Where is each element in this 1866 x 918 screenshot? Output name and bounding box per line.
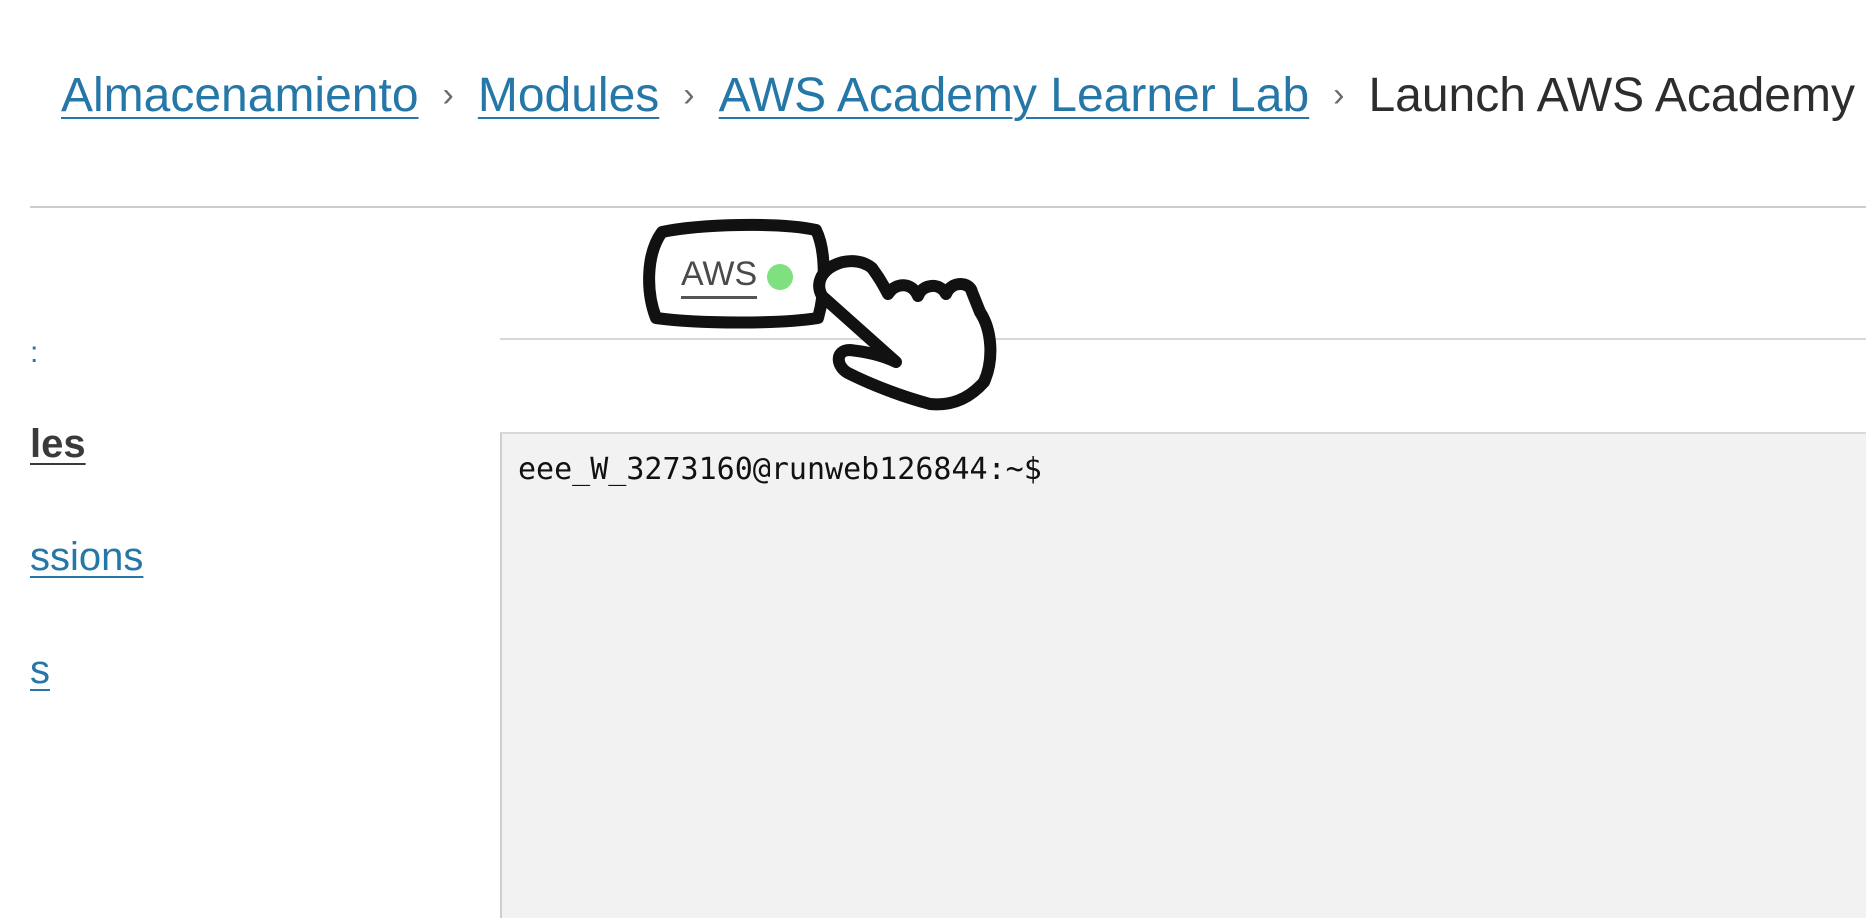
- aws-status-indicator-icon: [767, 264, 794, 290]
- breadcrumb: Almacenamiento › Modules › AWS Academy L…: [61, 60, 1866, 130]
- aws-tab[interactable]: AWS: [681, 253, 794, 301]
- terminal-prompt: eee_W_3273160@runweb126844:~$: [518, 452, 1042, 487]
- breadcrumb-current-page: Launch AWS Academy Learner Lab: [1368, 68, 1866, 122]
- sidebar-item-fragment[interactable]: :: [30, 336, 38, 370]
- breadcrumb-separator: ›: [1333, 75, 1345, 114]
- page: Almacenamiento › Modules › AWS Academy L…: [0, 0, 1866, 918]
- breadcrumb-separator: ›: [683, 75, 695, 114]
- header-divider: [30, 206, 1866, 208]
- aws-tab-label[interactable]: AWS: [681, 255, 758, 299]
- sidebar-item-grades[interactable]: s: [30, 648, 50, 693]
- tab-divider: [500, 338, 1866, 340]
- hand-outline: [813, 255, 997, 411]
- sidebar-item-modules[interactable]: les: [30, 422, 86, 467]
- breadcrumb-link-learner-lab[interactable]: AWS Academy Learner Lab: [719, 68, 1310, 123]
- terminal-panel[interactable]: eee_W_3273160@runweb126844:~$: [500, 432, 1866, 918]
- breadcrumb-separator: ›: [442, 75, 454, 114]
- sidebar-item-discussions[interactable]: ssions: [30, 535, 143, 580]
- breadcrumb-link-almacenamiento[interactable]: Almacenamiento: [61, 68, 419, 123]
- breadcrumb-link-modules[interactable]: Modules: [478, 68, 659, 123]
